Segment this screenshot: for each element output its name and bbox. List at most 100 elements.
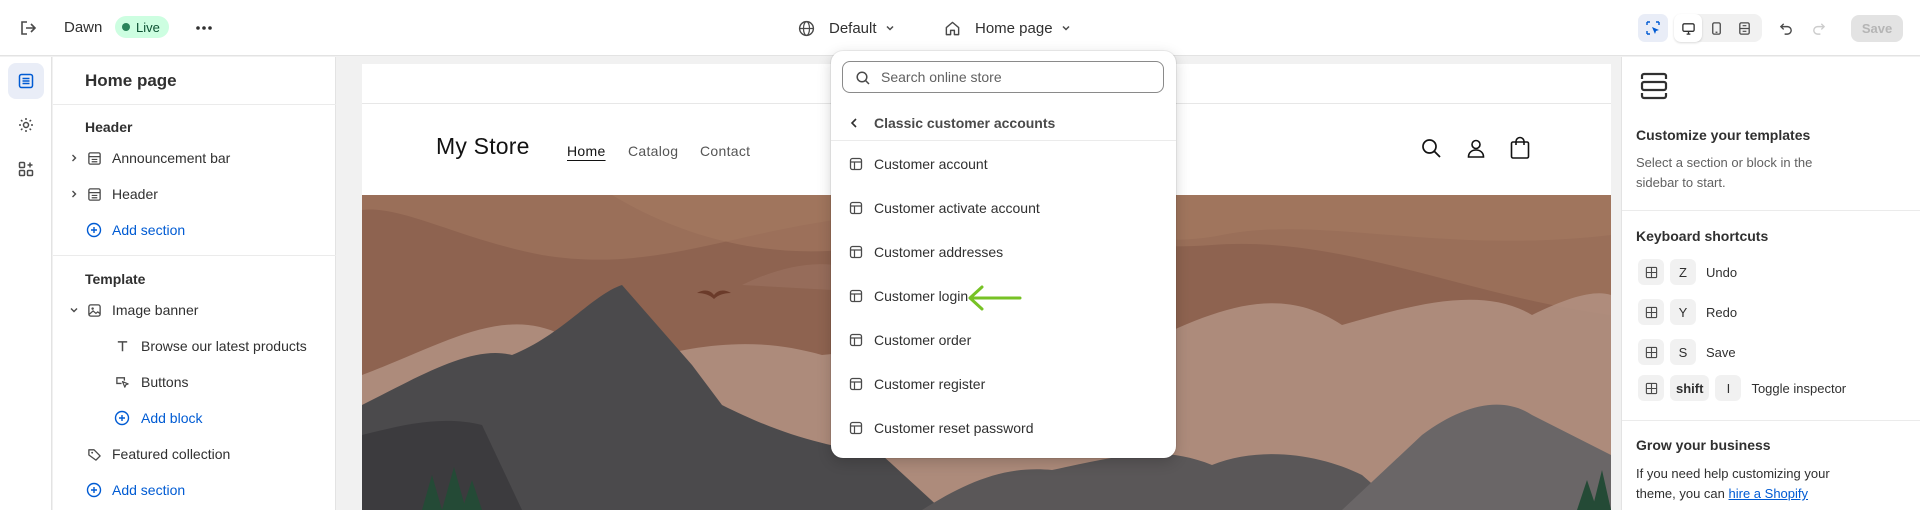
shortcut-inspector: shift I Toggle inspector: [1638, 375, 1846, 401]
chevron-right-icon[interactable]: [67, 187, 81, 201]
add-block-button[interactable]: Add block: [53, 402, 336, 434]
undo-icon[interactable]: [1774, 16, 1798, 40]
exit-icon[interactable]: [16, 16, 40, 40]
customize-title: Customize your templates: [1636, 127, 1811, 143]
section-label: Featured collection: [112, 446, 231, 462]
more-icon[interactable]: [192, 16, 216, 40]
account-icon[interactable]: [1463, 135, 1489, 161]
section-featured-collection[interactable]: Featured collection: [53, 438, 336, 470]
search-field[interactable]: [842, 61, 1164, 93]
section-icon: [86, 150, 102, 166]
sections-sidebar: Home page Header Announcement bar Header…: [53, 57, 336, 510]
section-announcement-bar[interactable]: Announcement bar: [53, 142, 336, 174]
add-section-label: Add section: [112, 482, 186, 498]
top-bar: Dawn Live Default Home page Save: [0, 0, 1920, 56]
globe-icon: [798, 20, 815, 36]
desktop-icon[interactable]: [1674, 14, 1702, 42]
nav-home[interactable]: Home: [567, 143, 606, 159]
section-icon: [86, 186, 102, 202]
section-label: Header: [112, 186, 158, 202]
template-icon: [849, 245, 863, 259]
add-section-button[interactable]: Add section: [53, 214, 336, 246]
template-icon: [849, 421, 863, 435]
group-heading-template: Template: [85, 271, 146, 287]
block-buttons[interactable]: Buttons: [53, 366, 336, 398]
shortcuts-title: Keyboard shortcuts: [1636, 228, 1769, 244]
shortcut-redo: Y Redo: [1638, 299, 1737, 325]
template-label: Customer addresses: [874, 244, 1004, 260]
shortcut-save: S Save: [1638, 339, 1736, 365]
group-heading-header: Header: [85, 119, 133, 135]
locale-selector[interactable]: Default: [798, 16, 895, 40]
mobile-icon[interactable]: [1702, 14, 1730, 42]
template-item[interactable]: Customer reset password: [831, 406, 1176, 450]
template-item[interactable]: Customer activate account: [831, 186, 1176, 230]
grow-line-2-text: theme, you can: [1636, 486, 1725, 501]
inspector-icon[interactable]: [1638, 14, 1668, 42]
divider: [53, 104, 336, 105]
template-item[interactable]: Customer addresses: [831, 230, 1176, 274]
template-item[interactable]: Customer order: [831, 318, 1176, 362]
store-logo[interactable]: My Store: [436, 133, 530, 160]
sections-icon[interactable]: [8, 63, 44, 99]
save-button[interactable]: Save: [1851, 15, 1903, 42]
section-label: Image banner: [112, 302, 199, 318]
chevron-down-icon: [886, 25, 894, 31]
shortcut-label: Undo: [1706, 264, 1738, 280]
block-text[interactable]: Browse our latest products: [53, 330, 336, 362]
grow-line-1: If you need help customizing your: [1636, 466, 1830, 481]
locale-label: Default: [829, 19, 877, 37]
settings-icon[interactable]: [8, 107, 44, 143]
add-section-button-2[interactable]: Add section: [53, 474, 336, 506]
template-item[interactable]: Customer register: [831, 362, 1176, 406]
tag-icon: [86, 446, 102, 462]
back-button[interactable]: Classic customer accounts: [831, 105, 1176, 141]
chevron-down-icon[interactable]: [67, 303, 81, 317]
nav-contact[interactable]: Contact: [700, 143, 750, 159]
divider: [53, 255, 336, 256]
template-item[interactable]: Customer account: [831, 142, 1176, 186]
shortcut-undo: Z Undo: [1638, 259, 1737, 285]
device-toggle: [1674, 14, 1762, 42]
template-label: Customer reset password: [874, 420, 1034, 436]
hire-expert-link[interactable]: hire a Shopify: [1729, 486, 1809, 501]
search-input[interactable]: [881, 67, 1151, 87]
template-icon: [849, 157, 863, 171]
block-label: Browse our latest products: [141, 338, 307, 354]
fullscreen-icon[interactable]: [1730, 14, 1758, 42]
chevron-right-icon[interactable]: [67, 151, 81, 165]
back-label: Classic customer accounts: [874, 115, 1056, 131]
template-label: Customer register: [874, 376, 986, 392]
shortcut-modifier: shift: [1670, 375, 1710, 401]
section-label: Announcement bar: [112, 150, 231, 166]
live-dot: [122, 23, 130, 31]
search-icon[interactable]: [1418, 135, 1444, 161]
page-selector-dropdown: Classic customer accounts Customer accou…: [831, 51, 1176, 458]
section-header[interactable]: Header: [53, 178, 336, 210]
shortcut-label: Redo: [1706, 304, 1738, 320]
home-icon: [945, 21, 960, 35]
add-section-label: Add section: [112, 222, 186, 238]
apps-icon[interactable]: [8, 151, 44, 187]
template-icon: [849, 333, 863, 347]
grow-line-2: theme, you can hire a Shopify: [1636, 484, 1808, 504]
template-label: Customer order: [874, 332, 972, 348]
cart-icon[interactable]: [1507, 135, 1533, 161]
redo-icon[interactable]: [1806, 16, 1830, 40]
section-image-banner[interactable]: Image banner: [53, 294, 336, 326]
template-label: Customer activate account: [874, 200, 1040, 216]
page-selector[interactable]: Home page: [944, 16, 1071, 40]
left-rail: [0, 57, 52, 510]
customize-desc-line-2: sidebar to start.: [1636, 175, 1726, 190]
command-key-icon: [1638, 259, 1664, 285]
template-customize-icon: [1638, 70, 1670, 102]
right-panel: Customize your templates Select a sectio…: [1621, 57, 1920, 510]
divider: [1622, 420, 1920, 421]
page-label: Home page: [975, 19, 1053, 37]
text-icon: [114, 338, 130, 354]
plus-circle-icon: [114, 410, 130, 426]
shortcut-key: I: [1715, 375, 1742, 401]
nav-catalog[interactable]: Catalog: [628, 143, 678, 159]
shortcut-label: Toggle inspector: [1751, 380, 1847, 396]
template-icon: [849, 289, 863, 303]
